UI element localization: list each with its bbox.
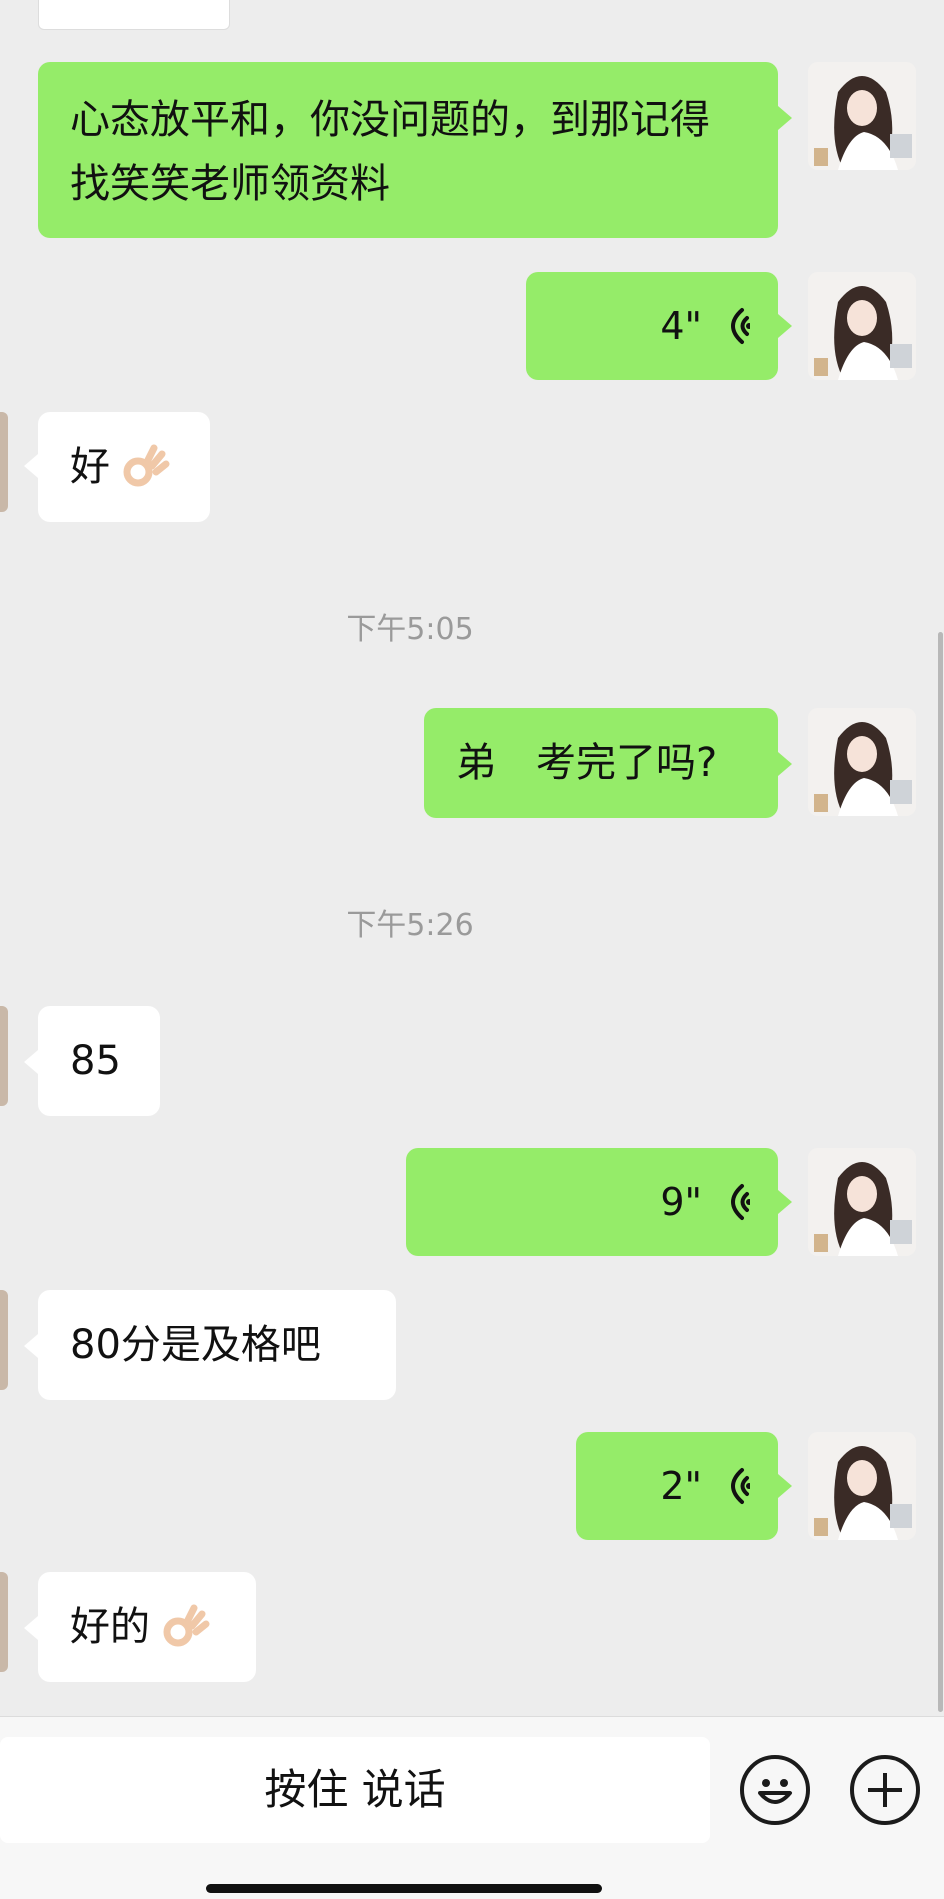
message-bubble[interactable]: 弟 考完了吗? [424,708,778,818]
voice-bubble[interactable]: 2" [576,1432,778,1540]
message-bubble[interactable]: 心态放平和，你没问题的，到那记得找笑笑老师领资料 [38,62,778,238]
message-bubble[interactable]: 好 [38,412,210,522]
message-text: 80分是及格吧 [70,1322,321,1368]
ok-hand-emoji [123,444,170,487]
avatar[interactable] [808,1148,916,1256]
message-text: 85 [70,1038,121,1084]
message-bubble[interactable]: 好的 [38,1572,256,1682]
avatar[interactable] [0,1290,8,1390]
bubble-tail [24,1616,38,1640]
bubble-tail [778,314,792,338]
message-text: 好 [70,444,110,490]
scrollbar[interactable] [938,632,943,1712]
smiley-icon[interactable] [740,1755,810,1825]
bubble-tail [778,1474,792,1498]
voice-duration: 9" [660,1180,702,1224]
avatar[interactable] [808,1432,916,1540]
voice-wave-icon [731,1468,750,1504]
bubble-tail [778,752,792,776]
input-bar: 按住 说话 [0,1716,944,1899]
avatar[interactable] [808,708,916,816]
bubble-tail [24,454,38,478]
ok-hand-emoji [163,1604,210,1647]
avatar[interactable] [808,62,916,170]
avatar[interactable] [0,1006,8,1106]
voice-bubble[interactable]: 4" [526,272,778,380]
message-text: 弟 考完了吗? [456,740,718,786]
voice-bubble[interactable]: 9" [406,1148,778,1256]
bubble-tail [778,106,792,130]
bubble-tail [778,1190,792,1214]
voice-wave-icon [731,1184,750,1220]
voice-duration: 2" [660,1464,702,1508]
message-bubble[interactable]: 80分是及格吧 [38,1290,396,1400]
bubble-tail [24,1334,38,1358]
voice-duration: 4" [660,304,702,348]
home-indicator[interactable] [206,1884,602,1893]
bubble-tail [24,1050,38,1074]
voice-wave-icon [731,308,750,344]
message-text: 好的 [70,1604,150,1650]
timestamp: 下午5:26 [346,908,474,943]
timestamp: 下午5:05 [346,612,474,647]
message-text: 心态放平和，你没问题的，到那记得找笑笑老师领资料 [70,97,710,207]
message-bubble[interactable]: 85 [38,1006,160,1116]
hold-to-talk-button[interactable]: 按住 说话 [0,1737,710,1843]
avatar[interactable] [808,272,916,380]
avatar[interactable] [0,412,8,512]
avatar[interactable] [0,1572,8,1672]
chat-area[interactable]: 心态放平和，你没问题的，到那记得找笑笑老师领资料 4" 好 下午5:05 弟 考… [0,0,944,1716]
plus-icon[interactable] [850,1755,920,1825]
previous-message-card[interactable] [38,0,230,30]
